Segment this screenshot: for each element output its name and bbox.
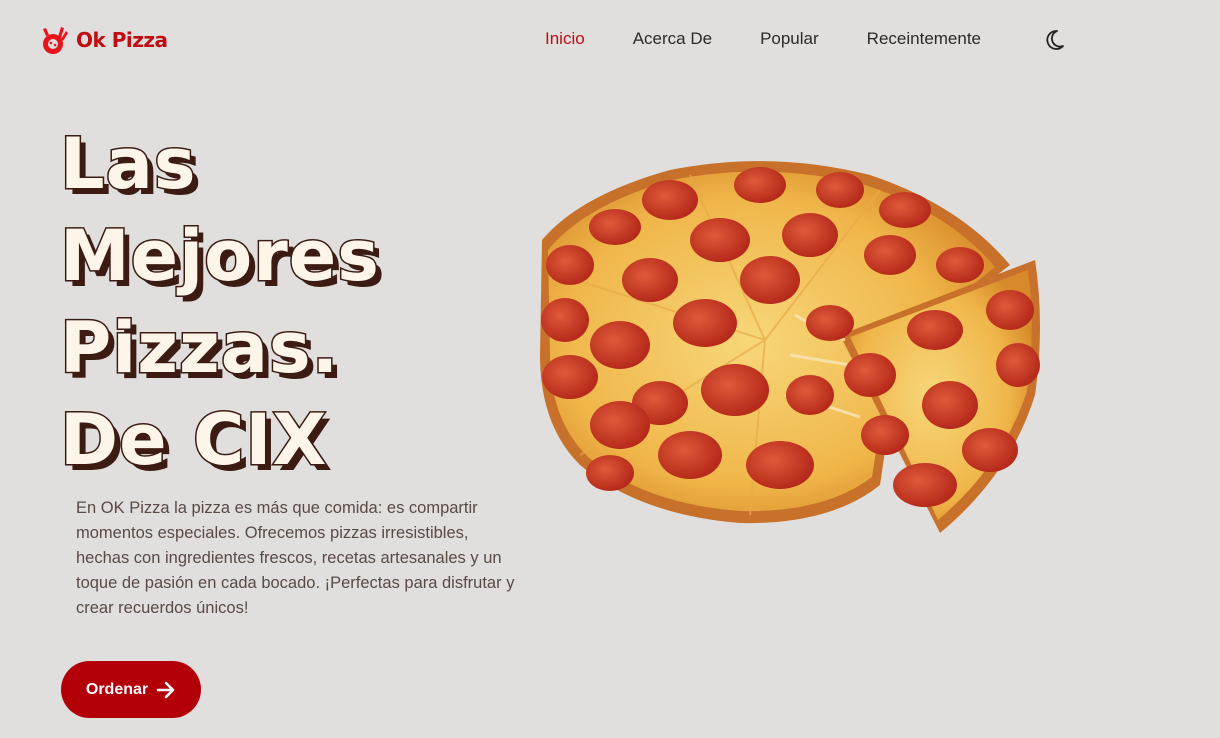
nav-item-acerca-de[interactable]: Acerca De <box>633 29 712 49</box>
nav-item-popular[interactable]: Popular <box>760 29 819 49</box>
order-button[interactable]: Ordenar <box>61 661 201 718</box>
navbar: Ok Pizza Inicio Acerca De Popular Recein… <box>0 0 1220 80</box>
main-nav: Inicio Acerca De Popular Receintemente <box>545 29 1029 49</box>
pepperoni-pizza-image <box>540 161 1040 533</box>
hero-title-line: Pizzas. <box>59 306 340 391</box>
order-button-label: Ordenar <box>85 680 149 698</box>
nav-item-receintemente[interactable]: Receintemente <box>867 29 981 49</box>
hero-title-line: Las <box>59 122 198 207</box>
hero-description: En OK Pizza la pizza es más que comida: … <box>76 499 515 617</box>
brand-name: Ok Pizza <box>76 28 168 52</box>
hero-title: Las Mejores Pizzas. De CIX <box>59 118 500 486</box>
hero-title-line: De CIX <box>59 398 328 483</box>
arrow-right-icon <box>156 681 175 698</box>
moon-icon[interactable] <box>1045 29 1065 51</box>
logo-link[interactable]: Ok Pizza <box>40 25 168 55</box>
ok-hand-pizza-icon <box>43 27 68 54</box>
hero-title-line: Mejores <box>59 214 381 299</box>
nav-item-inicio[interactable]: Inicio <box>545 29 585 49</box>
